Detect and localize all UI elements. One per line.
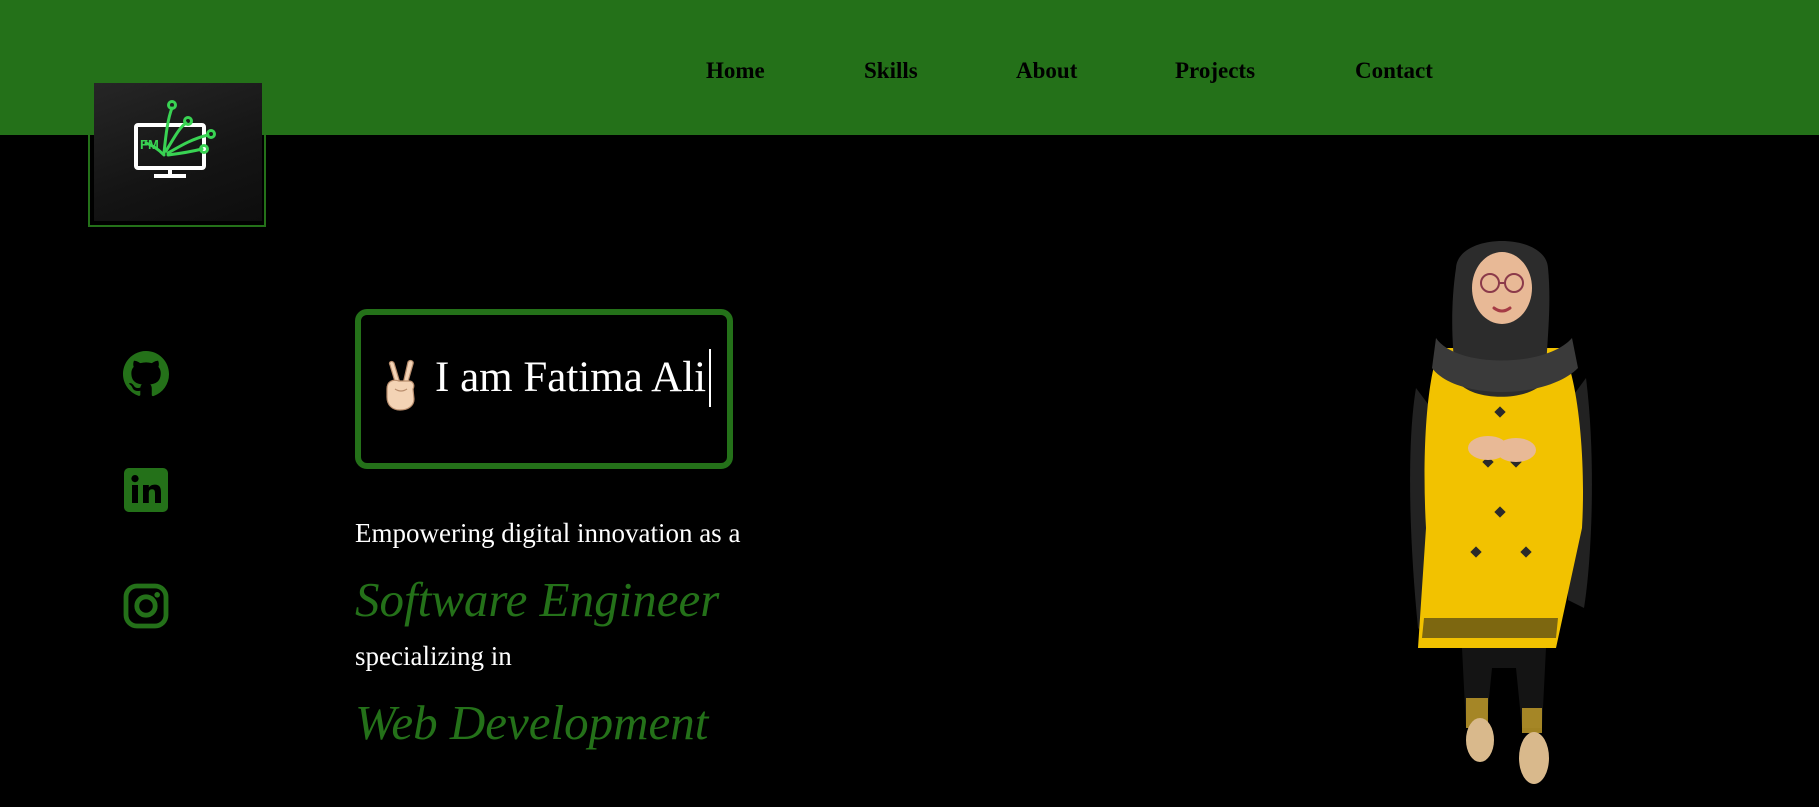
greeting-box: I am Fatima Ali bbox=[355, 309, 733, 469]
nav-about-link[interactable]: About bbox=[1016, 58, 1077, 84]
instagram-icon bbox=[123, 583, 169, 629]
top-navbar: Home Skills About Projects Contact bbox=[0, 0, 1819, 135]
linkedin-icon bbox=[124, 468, 168, 512]
typing-caret bbox=[709, 349, 711, 407]
site-logo[interactable]: FM bbox=[94, 83, 262, 221]
instagram-link[interactable] bbox=[122, 582, 170, 630]
logo-text: FM bbox=[140, 137, 159, 152]
role-web-development: Web Development bbox=[355, 695, 709, 750]
github-link[interactable] bbox=[122, 350, 170, 398]
profile-photo bbox=[1410, 241, 1592, 784]
greeting-text: I am Fatima Ali bbox=[435, 354, 707, 401]
nav-home-link[interactable]: Home bbox=[706, 58, 765, 84]
logo-monitor-icon bbox=[134, 100, 216, 178]
intro-line-2: specializing in bbox=[355, 641, 512, 671]
nav-skills-link[interactable]: Skills bbox=[864, 58, 918, 84]
victory-hand-icon bbox=[386, 359, 415, 411]
role-software-engineer: Software Engineer bbox=[355, 572, 720, 627]
linkedin-link[interactable] bbox=[122, 466, 170, 514]
github-icon bbox=[123, 351, 170, 397]
nav-contact-link[interactable]: Contact bbox=[1355, 58, 1433, 84]
intro-line-1: Empowering digital innovation as a bbox=[355, 518, 741, 548]
nav-projects-link[interactable]: Projects bbox=[1175, 58, 1255, 84]
